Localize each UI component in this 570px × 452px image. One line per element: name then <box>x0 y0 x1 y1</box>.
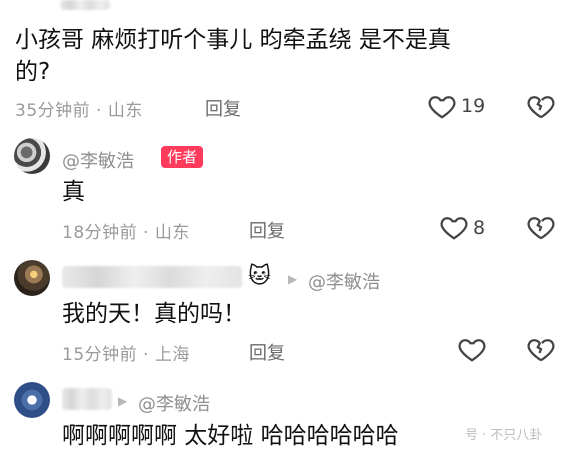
reply-to-name[interactable]: @李敏浩 <box>138 390 210 416</box>
avatar-user-4[interactable] <box>14 382 50 418</box>
top-blurred-strip <box>60 0 110 10</box>
heart-outline-icon[interactable] <box>457 334 487 364</box>
username-blurred[interactable] <box>62 388 112 410</box>
triangle-right-icon: ▶ <box>288 272 298 286</box>
comment-3-meta: 15分钟前 · 上海 <box>62 345 190 365</box>
comment-1-meta: 35分钟前 · 山东 <box>15 101 143 121</box>
comment-1-like-count: 19 <box>461 95 486 117</box>
comment-1-reply-button[interactable]: 回复 <box>205 95 241 121</box>
comment-3-reply-button[interactable]: 回复 <box>249 339 285 365</box>
username-blurred[interactable] <box>62 266 242 288</box>
broken-heart-icon[interactable] <box>526 212 556 242</box>
comment-3-text: 我的天！真的吗！ <box>62 301 246 327</box>
author-name[interactable]: @李敏浩 <box>62 147 134 173</box>
comment-2-like-count: 8 <box>473 217 486 239</box>
triangle-right-icon: ▶ <box>118 394 128 408</box>
comment-1-text-line2: 的? <box>15 59 51 85</box>
broken-heart-icon[interactable] <box>526 334 556 364</box>
watermark: 号 · 不只八卦 <box>465 428 543 443</box>
cat-face-emoji: 🐱 <box>248 264 271 289</box>
comment-2-reply-button[interactable]: 回复 <box>249 217 285 243</box>
author-badge: 作者 <box>161 146 204 168</box>
broken-heart-icon[interactable] <box>526 91 556 121</box>
comment-1-text-line1: 小孩哥 麻烦打听个事儿 昀牵孟绕 是不是真 <box>15 27 451 53</box>
heart-outline-icon[interactable] <box>439 212 469 242</box>
avatar-user-3[interactable] <box>14 260 50 296</box>
comment-4-text: 啊啊啊啊啊 太好啦 哈哈哈哈哈哈 <box>62 423 399 449</box>
reply-to-name[interactable]: @李敏浩 <box>308 268 380 294</box>
avatar-author[interactable] <box>14 138 50 174</box>
comment-2-meta: 18分钟前 · 山东 <box>62 223 190 243</box>
comment-2-text: 真 <box>62 179 85 205</box>
heart-outline-icon[interactable] <box>427 91 457 121</box>
